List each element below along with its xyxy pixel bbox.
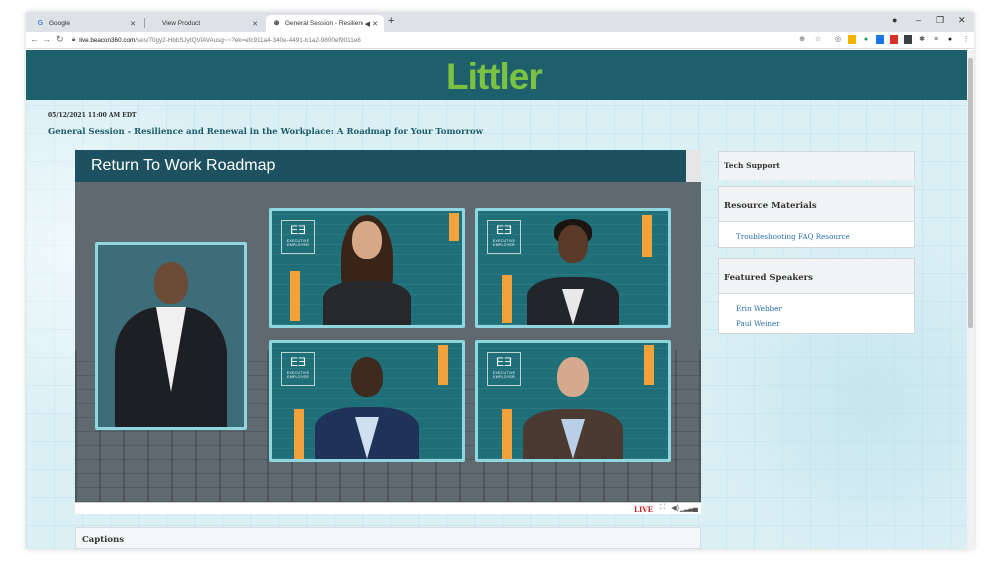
extension-icon[interactable]: ◎ [834, 35, 842, 44]
restore-icon[interactable]: ❐ [936, 15, 944, 26]
speaker-video-tile: EƎ EXECUTIVE EMPLOYER [475, 208, 671, 328]
speaker-link-paul-weiner[interactable]: Paul Weiner [719, 313, 914, 328]
extension-icon[interactable] [904, 35, 912, 44]
troubleshooting-faq-link[interactable]: Troubleshooting FAQ Resource [719, 222, 914, 241]
captions-panel: Captions [75, 527, 701, 549]
extension-icon[interactable]: ● [862, 35, 870, 44]
featured-speakers-panel: Featured Speakers Erin Webber Paul Weine… [718, 258, 915, 334]
speaker-video-tile: EƎ EXECUTIVE EMPLOYER [475, 340, 671, 462]
tab-label: Google [49, 20, 70, 27]
speaker-icon[interactable]: ◀ [365, 20, 370, 28]
google-icon: G [37, 20, 44, 27]
speaker-video-tile: EƎ EXECUTIVE EMPLOYER [269, 340, 465, 462]
scrollbar[interactable] [967, 50, 974, 549]
close-icon[interactable]: ✕ [372, 20, 378, 28]
tech-support-panel[interactable]: Tech Support [718, 151, 915, 180]
close-icon[interactable]: ✕ [130, 20, 136, 28]
session-datetime: 05/12/2021 11:00 AM EDT [48, 112, 137, 119]
tab-label: View Product [162, 20, 201, 27]
back-icon[interactable]: ← [30, 34, 39, 44]
media-icon[interactable]: ≡ [932, 35, 940, 44]
resource-materials-panel: Resource Materials Troubleshooting FAQ R… [718, 186, 915, 248]
profile-icon[interactable]: ● [892, 15, 897, 25]
tab-general-session[interactable]: ⊛ General Session - Resilience ◀ ✕ [266, 15, 384, 32]
featured-speakers-title: Featured Speakers [719, 259, 914, 294]
speaker-link-erin-webber[interactable]: Erin Webber [719, 294, 914, 313]
extension-icon[interactable] [876, 35, 884, 44]
session-title: General Session - Resilience and Renewal… [48, 127, 484, 137]
url-host: live.beacon360.com [79, 37, 136, 44]
speaker-video-tile: EƎ EXECUTIVE EMPLOYER [269, 208, 465, 328]
extension-icon[interactable] [848, 35, 856, 44]
captions-label: Captions [82, 535, 125, 545]
forward-icon[interactable]: → [42, 34, 51, 44]
executive-employer-logo: EƎ EXECUTIVE EMPLOYER [487, 352, 521, 386]
url-path: /ses/70gy2-HbbSJytQVlAVAusg~~?ek=efc911a… [135, 37, 361, 44]
slide-title-bar: Return To Work Roadmap [75, 150, 686, 182]
tab-label: General Session - Resilience [285, 20, 363, 27]
reload-icon[interactable]: ↻ [56, 34, 64, 45]
video-controls: LIVE ⛶ ◀) ▁▂▃▄ [75, 502, 701, 514]
avatar[interactable]: ● [946, 35, 954, 44]
littler-logo[interactable]: Littler [446, 56, 543, 98]
scrollbar-thumb[interactable] [968, 58, 973, 328]
url-field[interactable]: 🔒︎ live.beacon360.com /ses/70gy2-HbbSJyt… [72, 34, 822, 47]
presenter-video-tile [95, 242, 247, 430]
tab-bar: G Google ✕ View Product ✕ ⊛ General Sess… [26, 12, 974, 32]
video-player[interactable]: Return To Work Roadmap EƎ EXECUTIVE EMPLOY… [75, 150, 701, 502]
puzzle-icon[interactable]: ✱ [918, 35, 926, 44]
close-icon[interactable]: ✕ [252, 20, 258, 28]
live-badge: LIVE [634, 505, 653, 514]
fullscreen-icon[interactable]: ⛶ [660, 504, 665, 512]
tab-view-product[interactable]: View Product ✕ [146, 15, 264, 32]
executive-employer-logo: EƎ EXECUTIVE EMPLOYER [281, 352, 315, 386]
volume-slider[interactable]: ▁▂▃▄ [680, 504, 698, 512]
minimize-icon[interactable]: – [916, 15, 921, 25]
slide-title: Return To Work Roadmap [91, 157, 276, 174]
resource-materials-title: Resource Materials [719, 187, 914, 222]
volume-icon[interactable]: ◀) [671, 504, 679, 512]
new-tab-button[interactable]: + [388, 15, 394, 27]
executive-employer-logo: EƎ EXECUTIVE EMPLOYER [487, 220, 521, 254]
lock-icon: 🔒︎ [72, 37, 76, 43]
pdf-icon[interactable] [890, 35, 898, 44]
executive-employer-logo: EƎ EXECUTIVE EMPLOYER [281, 220, 315, 254]
tab-google[interactable]: G Google ✕ [30, 15, 142, 32]
star-icon[interactable]: ☆ [814, 35, 822, 44]
globe-icon: ⊛ [273, 20, 280, 27]
address-bar-row: ← → ↻ 🔒︎ live.beacon360.com /ses/70gy2-H… [26, 32, 974, 49]
menu-icon[interactable]: ⋮ [962, 35, 970, 44]
site-header: Littler [26, 50, 967, 100]
close-window-icon[interactable]: ✕ [958, 15, 966, 26]
zoom-icon[interactable]: ⊕ [798, 35, 806, 44]
tech-support-title[interactable]: Tech Support [719, 152, 914, 180]
